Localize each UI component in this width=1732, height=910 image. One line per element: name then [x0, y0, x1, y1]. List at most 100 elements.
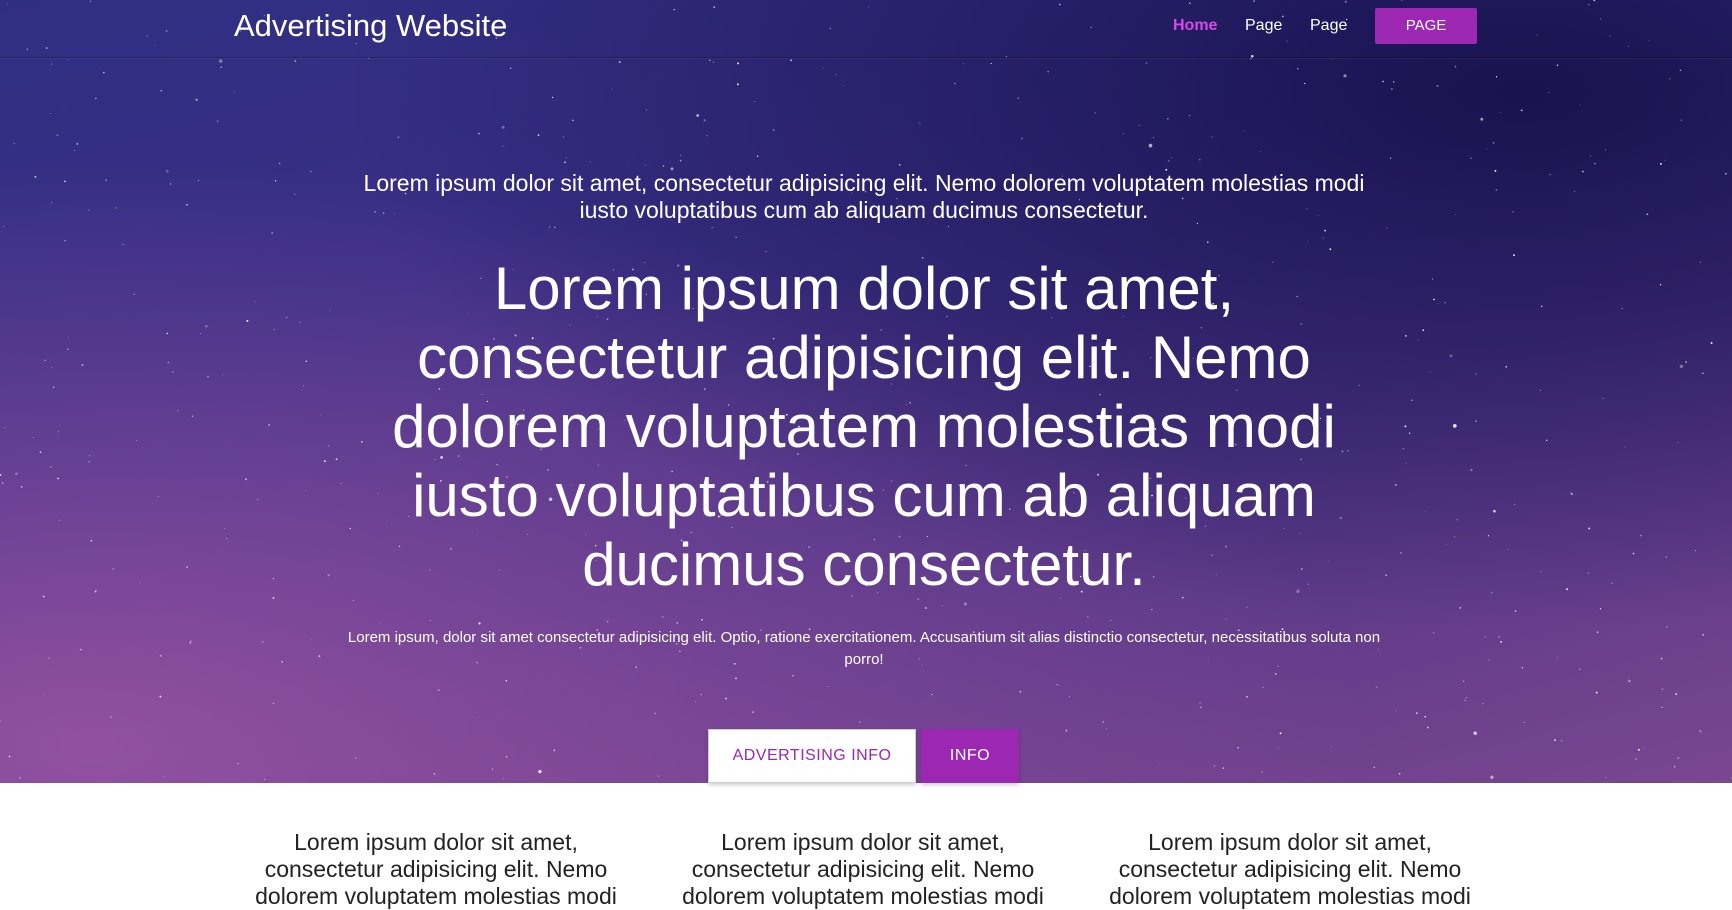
star-dot [1637, 748, 1640, 751]
nav-link-page-2[interactable]: Page [1310, 16, 1347, 36]
star-dot [1673, 765, 1676, 768]
star-dot [948, 226, 949, 228]
info-button[interactable]: INFO [921, 729, 1019, 783]
star-dot [186, 566, 188, 568]
star-dot [1669, 78, 1671, 80]
star-dot [67, 348, 69, 350]
star-dot [1437, 303, 1439, 305]
star-dot [1237, 747, 1239, 749]
star-dot [1698, 729, 1702, 733]
star-dot [294, 60, 297, 62]
star-dot [1307, 241, 1308, 243]
star-dot [52, 386, 55, 388]
star-dot [286, 316, 288, 319]
star-dot [478, 132, 480, 135]
star-dot [273, 329, 275, 331]
star-dot [1640, 534, 1642, 537]
star-dot [706, 135, 708, 137]
page-button[interactable]: PAGE [1375, 8, 1477, 44]
star-dot [700, 693, 702, 696]
star-dot [1198, 158, 1201, 161]
star-dot [1465, 697, 1467, 699]
star-dot [502, 778, 504, 780]
star-dot [1213, 765, 1215, 767]
star-dot [76, 143, 79, 145]
star-dot [538, 769, 542, 774]
star-dot [429, 620, 431, 622]
star-dot [44, 359, 46, 362]
feature-text-3: Lorem ipsum dolor sit amet, consectetur … [1109, 829, 1471, 909]
star-dot [1632, 552, 1635, 555]
nav-link-home[interactable]: Home [1173, 16, 1217, 36]
star-dot [42, 595, 45, 598]
star-dot [479, 716, 481, 718]
star-dot [1475, 420, 1477, 422]
nav-link-page-1[interactable]: Page [1245, 16, 1282, 36]
star-dot [246, 319, 249, 322]
star-dot [200, 332, 201, 334]
star-dot [1549, 173, 1552, 176]
star-dot [172, 371, 174, 373]
star-dot [1487, 535, 1490, 537]
star-dot [1666, 626, 1668, 628]
star-dot [397, 136, 400, 139]
star-dot [1153, 136, 1155, 138]
star-dot [1557, 656, 1559, 658]
star-dot [57, 431, 59, 433]
star-dot [1402, 448, 1404, 450]
star-dot [1594, 162, 1596, 165]
star-dot [1546, 439, 1548, 442]
star-dot [1156, 767, 1158, 769]
star-dot [335, 458, 338, 461]
star-dot [1571, 493, 1573, 495]
star-dot [765, 251, 767, 252]
star-dot [645, 109, 648, 111]
star-dot [20, 486, 23, 488]
star-dot [1429, 371, 1431, 373]
star-dot [1422, 329, 1425, 332]
star-dot [1400, 552, 1402, 554]
star-dot [754, 101, 756, 103]
hero-section: Advertising Website Home Page Page PAGE … [0, 0, 1732, 783]
star-dot [67, 59, 69, 61]
star-dot [1702, 633, 1705, 636]
star-dot [190, 640, 192, 642]
star-dot [657, 775, 660, 777]
star-dot [88, 460, 90, 463]
star-dot [1599, 608, 1602, 610]
star-dot [1058, 684, 1060, 686]
star-dot [1675, 693, 1678, 696]
star-dot [1677, 442, 1679, 444]
star-dot [618, 61, 621, 63]
star-dot [1094, 112, 1097, 114]
star-dot [661, 615, 664, 618]
star-dot [1588, 527, 1591, 530]
star-dot [115, 207, 117, 209]
star-dot [827, 685, 829, 687]
star-dot [478, 622, 481, 625]
star-dot [222, 374, 224, 376]
star-dot [354, 757, 357, 759]
star-dot [244, 478, 247, 481]
star-dot [177, 410, 179, 412]
star-dot [931, 694, 933, 696]
star-dot [327, 445, 330, 447]
star-dot [835, 74, 837, 76]
star-dot [1485, 148, 1487, 150]
star-dot [1621, 308, 1623, 309]
advertising-info-button[interactable]: ADVERTISING INFO [708, 729, 916, 783]
star-dot [589, 161, 591, 162]
star-dot [19, 777, 21, 779]
star-dot [1386, 227, 1388, 229]
star-dot [1433, 298, 1435, 301]
star-dot [13, 142, 15, 145]
star-dot [189, 641, 192, 644]
star-dot [1449, 354, 1453, 358]
star-dot [305, 489, 307, 492]
star-dot [1513, 254, 1515, 257]
star-dot [1685, 361, 1688, 363]
star-dot [1454, 536, 1456, 538]
brand-logo[interactable]: Advertising Website [234, 8, 507, 44]
star-dot [1170, 156, 1172, 158]
star-dot [237, 763, 239, 765]
